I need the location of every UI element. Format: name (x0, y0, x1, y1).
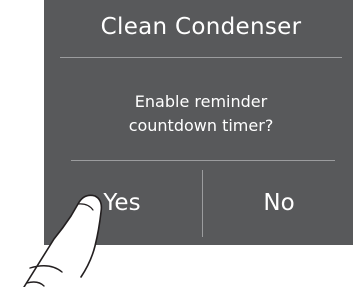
message-line-2: countdown timer? (128, 116, 274, 135)
title-divider (60, 57, 342, 58)
message-line-1: Enable reminder (134, 92, 268, 111)
button-divider (71, 160, 335, 161)
dialog-message: Enable reminder countdown timer? (44, 90, 353, 138)
yes-button[interactable]: Yes (74, 190, 170, 216)
dialog-title: Clean Condenser (100, 14, 302, 40)
screen: Clean Condenser Enable reminder countdow… (0, 0, 353, 287)
button-separator (202, 170, 203, 237)
no-button[interactable]: No (229, 190, 329, 216)
clean-condenser-dialog: Clean Condenser Enable reminder countdow… (44, 0, 353, 245)
